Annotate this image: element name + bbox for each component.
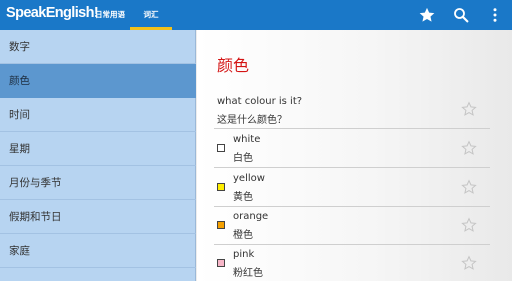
- phrase-pane: 颜色 what colour is it? 这是什么颜色？ white 白色 y…: [197, 30, 512, 281]
- sidebar-item-months-seasons[interactable]: 月份与季节: [0, 166, 196, 200]
- more-vert-icon[interactable]: [486, 6, 504, 24]
- sidebar-item-label: 假期和节日: [9, 211, 62, 223]
- sidebar-item-holidays[interactable]: 假期和节日: [0, 200, 196, 234]
- entry-chinese: 黄色: [233, 192, 253, 203]
- question-chinese: 这是什么颜色？: [217, 115, 287, 126]
- sidebar-item-family[interactable]: 家庭: [0, 234, 196, 268]
- sidebar-item-numbers[interactable]: 数字: [0, 30, 196, 64]
- tab-label: 词汇: [143, 10, 159, 19]
- star-outline-icon[interactable]: [461, 140, 477, 156]
- list-item[interactable]: yellow 黄色: [217, 170, 507, 206]
- list-item[interactable]: white 白色: [217, 131, 507, 167]
- question-english: what colour is it?: [217, 96, 303, 107]
- sidebar-item-time[interactable]: 时间: [0, 98, 196, 132]
- tab-label: 日常用语: [95, 10, 125, 19]
- star-outline-icon[interactable]: [461, 217, 477, 233]
- sidebar-item-label: 数字: [9, 41, 30, 53]
- app-title: SpeakEnglish!: [6, 5, 99, 21]
- entry-english: pink: [233, 249, 255, 260]
- divider: [214, 206, 490, 207]
- sidebar-item-weekdays[interactable]: 星期: [0, 132, 196, 166]
- entry-english: yellow: [233, 173, 265, 184]
- color-swatch: [217, 221, 225, 229]
- divider: [214, 167, 490, 168]
- color-swatch: [217, 183, 225, 191]
- star-icon[interactable]: [418, 6, 436, 24]
- entry-english: white: [233, 134, 261, 145]
- star-outline-icon[interactable]: [461, 255, 477, 271]
- color-swatch: [217, 259, 225, 267]
- list-item[interactable]: orange 橙色: [217, 208, 507, 244]
- search-icon[interactable]: [452, 6, 470, 24]
- divider: [214, 128, 490, 129]
- list-item[interactable]: pink 粉红色: [217, 246, 507, 281]
- sidebar-item-label: 时间: [9, 109, 30, 121]
- entry-english: orange: [233, 211, 269, 222]
- tab-daily-phrases[interactable]: 日常用语: [92, 0, 128, 30]
- sidebar-item-label: 月份与季节: [9, 177, 62, 189]
- category-list: 数字 颜色 时间 星期 月份与季节 假期和节日 家庭: [0, 30, 196, 281]
- sidebar-item-label: 颜色: [9, 75, 30, 87]
- entry-chinese: 白色: [233, 153, 253, 164]
- page-title: 颜色: [217, 56, 250, 75]
- sidebar-item-label: 家庭: [9, 245, 30, 257]
- app-bar: SpeakEnglish! 日常用语 词汇: [0, 0, 512, 30]
- sidebar-item-colors[interactable]: 颜色: [0, 64, 196, 98]
- entry-chinese: 橙色: [233, 230, 253, 241]
- color-swatch: [217, 144, 225, 152]
- sidebar-item-label: 星期: [9, 143, 30, 155]
- star-outline-icon[interactable]: [461, 179, 477, 195]
- star-outline-icon[interactable]: [461, 101, 477, 117]
- tab-vocabulary[interactable]: 词汇: [130, 0, 172, 30]
- entry-chinese: 粉红色: [233, 268, 263, 279]
- divider: [214, 244, 490, 245]
